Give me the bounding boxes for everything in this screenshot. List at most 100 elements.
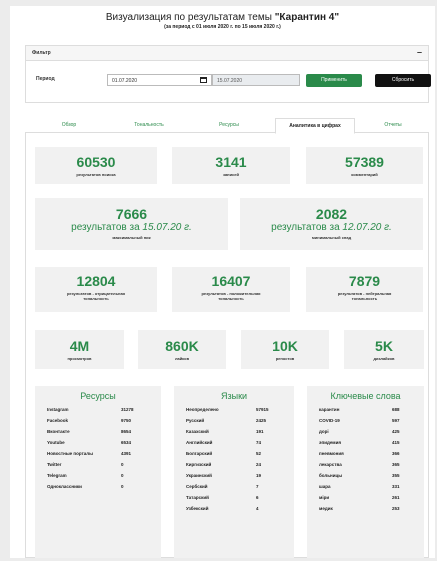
list-item: Болгарский 52 [174,451,294,462]
item-name: Украинский [186,473,212,478]
stat-value: 7879 [348,273,381,289]
stat-value: 4M [69,338,90,354]
item-name: Одноклассники [47,484,82,489]
stat-caption: дизлайков [373,356,395,361]
item-value: 365 [392,462,400,467]
item-name: карантин [319,407,340,412]
stat-caption: записей [223,172,239,177]
item-value: 366 [392,451,400,456]
item-value: 4 [256,506,259,511]
item-value: 57915 [256,407,269,412]
tab-reports[interactable]: Отчеты [361,118,425,133]
stat-caption: лайков [174,356,190,361]
item-value: 261 [392,495,400,500]
stat-value: 57389 [345,154,384,170]
stat-card-peak: 7666 результатов за 15.07.20 г. максимал… [35,198,228,250]
item-value: 52 [256,451,262,456]
stat-card-search-results: 60530 результатов поиска [35,147,157,184]
item-value: 355 [392,473,400,478]
stat-card-negative: 12804 результатов - отрицательная тональ… [35,267,157,312]
item-name: Английский [186,440,213,445]
item-name: эпидемия [319,440,341,445]
stat-caption: максимальный пик [112,235,151,240]
keywords-title: Ключевые слова [330,391,401,401]
item-name: дорі [319,429,329,434]
item-value: 331 [392,484,400,489]
list-item: Twitter 0 [35,462,161,473]
item-name: міри [319,495,330,500]
stat-caption: результатов - нейтральная тональность [337,291,392,301]
item-value: 415 [392,440,400,445]
item-value: 0 [121,473,124,478]
list-item: Facebook 9750 [35,418,161,429]
list-item: Татарский 6 [174,495,294,506]
list-item: пневмония 366 [307,451,424,462]
stat-caption: результатов - положительная тональность [201,291,261,301]
item-value: 9750 [121,418,132,423]
list-item: Telegram 0 [35,473,161,484]
stat-card-neutral: 7879 результатов - нейтральная тональнос… [306,267,423,312]
item-value: 4391 [121,451,132,456]
item-name: Новостные порталы [47,451,93,456]
stat-value: 5K [375,338,393,354]
item-value: 425 [392,429,400,434]
stat-value: 60530 [76,154,116,170]
item-name: Вконтакте [47,429,70,434]
tab-analytics[interactable]: Аналитика в цифрах [275,118,355,134]
calendar-icon[interactable] [200,77,207,83]
stat-card-posts: 3141 записей [172,147,290,184]
stat-card-dislikes: 5K дизлайков [344,330,424,369]
stat-card-dip: 2082 результатов за 12.07.20 г. минималь… [240,198,423,250]
item-value: 6534 [121,440,132,445]
page-title: Визуализация по результатам темы "Карант… [10,12,435,23]
collapse-icon[interactable]: – [417,47,422,57]
tab-resources[interactable]: Ресурсы [193,118,265,133]
item-name: Сербский [186,484,208,489]
stat-line-text: результатов за [71,222,140,233]
resources-card: Ресурсы Instagram 31278 Facebook 9750 Вкон… [35,386,161,558]
list-item: Instagram 31278 [35,407,161,418]
tab-overview[interactable]: Обзор [33,118,105,133]
stat-date: 15.07.20 г. [142,222,192,233]
date-from-input[interactable]: 01.07.2020 [107,74,212,86]
stat-caption: просмотров [67,356,92,361]
list-item: COVID-19 597 [307,418,424,429]
item-value: 191 [256,429,264,434]
item-name: Узбекский [186,506,209,511]
list-item: Вконтакте 8654 [35,429,161,440]
stat-value: 860K [165,338,199,354]
filter-header[interactable]: Фильтр – [26,46,428,61]
apply-button[interactable]: Применить [306,74,362,87]
page-subtitle: (за период с 01 июля 2020 г. по 15 июля … [164,24,281,30]
list-item: шара 331 [307,484,424,495]
stat-value: 7666 [115,206,148,222]
stat-card-likes: 860K лайков [138,330,226,369]
date-to-input[interactable]: 15.07.2020 [212,74,300,86]
item-value: 2425 [256,418,267,423]
stat-value: 3141 [215,154,247,170]
item-value: 688 [392,407,400,412]
list-item: Казахский 191 [174,429,294,440]
item-value: 24 [256,462,262,467]
stat-value: 12804 [76,273,116,289]
list-item: Новостные порталы 4391 [35,451,161,462]
list-item: карантин 688 [307,407,424,418]
languages-title: Языки [220,391,248,401]
item-name: Telegram [47,473,67,478]
reset-button[interactable]: Сбросить [375,74,431,87]
item-value: 7 [256,484,259,489]
list-item: больницы 355 [307,473,424,484]
item-value: 31278 [121,407,134,412]
item-value: 253 [392,506,400,511]
list-item: лекарства 365 [307,462,424,473]
keywords-card: Ключевые слова карантин 688 COVID-19 597 д… [307,386,424,558]
item-name: Татарский [186,495,209,500]
item-name: Болгарский [186,451,213,456]
stat-date-line: результатов за 12.07.20 г. [240,222,423,233]
stat-caption: репостов [275,356,295,361]
tab-tonality[interactable]: Тональность [113,118,185,133]
list-item: Узбекский 4 [174,506,294,517]
stat-date-line: результатов за 15.07.20 г. [35,222,228,233]
stat-line-text: результатов за [271,222,340,233]
item-value: 8654 [121,429,132,434]
